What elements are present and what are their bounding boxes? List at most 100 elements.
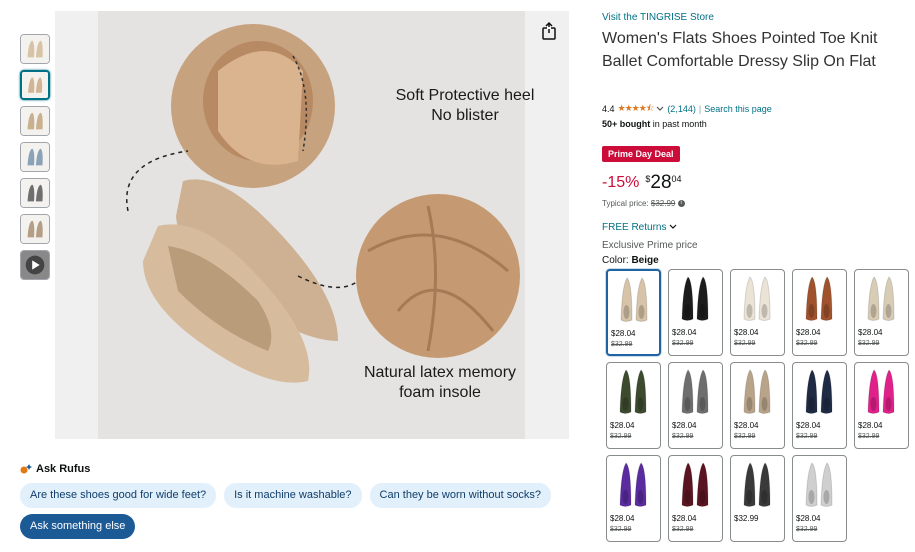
caption-heel-line1: Soft Protective heel [395, 87, 535, 104]
swatch-price: $28.04 [672, 514, 697, 523]
exclusive-prime-price: Exclusive Prime price [602, 240, 698, 251]
bought-bold: 50+ bought [602, 119, 651, 129]
typical-price-label: Typical price: [602, 199, 651, 208]
thumbnail-3[interactable] [20, 106, 50, 136]
swatch-shoe-image [805, 276, 833, 321]
swatch-price: $28.04 [858, 421, 883, 430]
info-icon[interactable]: i [677, 200, 685, 208]
store-link[interactable]: Visit the TINGRISE Store [602, 12, 714, 23]
main-product-image[interactable]: Soft Protective heel No blister Natural … [55, 11, 569, 439]
swatch-price: $28.04 [734, 421, 759, 430]
swatch-old-price: $32.99 [858, 340, 880, 347]
swatch-shoe-image [805, 369, 833, 414]
color-swatch[interactable]: $32.99 [730, 455, 785, 542]
thumbnail-6[interactable] [20, 214, 50, 244]
color-swatch[interactable]: $28.04 $32.99 [792, 269, 847, 356]
swatch-old-price: $32.99 [796, 526, 818, 533]
swatch-shoe-image [743, 369, 771, 414]
color-swatch[interactable]: $28.04 $32.99 [792, 455, 847, 542]
swatch-shoe-image [619, 462, 647, 507]
thumbnail-image [21, 215, 49, 243]
chevron-down-icon[interactable] [656, 106, 664, 112]
swatch-old-price: $32.99 [610, 433, 632, 440]
thumbnail-image [21, 143, 49, 171]
swatch-shoe-image [681, 369, 709, 414]
thumbnail-image [21, 107, 49, 135]
rufus-suggestions: Are these shoes good for wide feet? Is it… [20, 483, 551, 508]
color-swatch[interactable]: $28.04 $32.99 [668, 269, 723, 356]
chevron-down-icon [669, 224, 677, 229]
rating-value: 4.4 [602, 104, 615, 114]
swatch-shoe-image [743, 276, 771, 321]
typical-price: Typical price: $32.99 i [602, 199, 685, 208]
swatch-price: $28.04 [858, 328, 883, 337]
swatch-shoe-image [620, 277, 648, 322]
rufus-chip[interactable]: Are these shoes good for wide feet? [20, 483, 217, 508]
free-returns-label: FREE Returns [602, 222, 667, 233]
swatch-shoe-image [743, 462, 771, 507]
swatch-shoe-image [619, 369, 647, 414]
swatch-old-price: $32.99 [610, 526, 632, 533]
swatch-shoe-image [805, 462, 833, 507]
typical-price-value: $32.99 [650, 199, 676, 208]
caption-heel-line2: No blister [431, 107, 499, 124]
swatch-old-price: $32.99 [611, 341, 633, 348]
color-swatch[interactable]: $28.04 $32.99 [668, 455, 723, 542]
color-label: Color: [602, 255, 632, 266]
price-fraction: 04 [671, 174, 682, 184]
rufus-sparkle-icon [20, 464, 32, 474]
bought-count: 50+ bought in past month [602, 119, 707, 129]
swatch-old-price: $32.99 [796, 433, 818, 440]
color-swatch[interactable]: $28.04 $32.99 [854, 362, 909, 449]
color-swatch[interactable]: $28.04 $32.99 [606, 362, 661, 449]
bought-rest: in past month [650, 119, 707, 129]
share-button[interactable] [538, 20, 560, 42]
swatch-old-price: $32.99 [734, 340, 756, 347]
ask-something-else-button[interactable]: Ask something else [20, 514, 136, 539]
thumbnail-2[interactable] [20, 70, 50, 100]
product-title: Women's Flats Shoes Pointed Toe Knit Bal… [602, 30, 878, 70]
rufus-chip[interactable]: Is it machine washable? [224, 483, 362, 508]
color-swatch[interactable]: $28.04 $32.99 [668, 362, 723, 449]
swatch-shoe-image [867, 369, 895, 414]
color-swatch[interactable]: $28.04 $32.99 [606, 269, 661, 356]
swatch-price: $28.04 [796, 421, 821, 430]
swatch-old-price: $32.99 [672, 340, 694, 347]
review-count-link[interactable]: (2,144) [667, 104, 696, 114]
thumbnail-7[interactable] [20, 250, 50, 280]
swatch-shoe-image [681, 462, 709, 507]
thumbnail-5[interactable] [20, 178, 50, 208]
search-this-page-link[interactable]: Search this page [704, 104, 772, 114]
swatch-price: $28.04 [734, 328, 759, 337]
thumbnail-4[interactable] [20, 142, 50, 172]
thumbnail-image [22, 72, 48, 98]
swatch-price: $28.04 [610, 514, 635, 523]
swatch-old-price: $32.99 [734, 433, 756, 440]
discount-percent: -15% [602, 174, 640, 191]
swatch-price: $32.99 [734, 514, 759, 523]
swatch-price: $28.04 [796, 328, 821, 337]
color-swatch[interactable]: $28.04 $32.99 [606, 455, 661, 542]
free-returns-link[interactable]: FREE Returns [602, 222, 677, 233]
rufus-chip[interactable]: Can they be worn without socks? [369, 483, 551, 508]
color-swatch[interactable]: $28.04 $32.99 [730, 269, 785, 356]
thumbnail-image [21, 35, 49, 63]
color-swatch[interactable]: $28.04 $32.99 [792, 362, 847, 449]
thumbnail-1[interactable] [20, 34, 50, 64]
star-rating-icon[interactable]: ★★★★⯪ [618, 101, 655, 117]
price-row: -15% $ 28 04 [602, 172, 682, 194]
swatch-price: $28.04 [672, 328, 697, 337]
thumbnail-strip [20, 34, 50, 286]
separator: | [698, 104, 702, 114]
price-whole: 28 [650, 172, 672, 193]
color-swatch[interactable]: $28.04 $32.99 [730, 362, 785, 449]
color-swatch[interactable]: $28.04 $32.99 [854, 269, 909, 356]
rufus-header: Ask Rufus [20, 463, 90, 475]
color-selection-label: Color: Beige [602, 255, 659, 266]
swatch-old-price: $32.99 [672, 526, 694, 533]
share-icon [542, 21, 556, 40]
caption-insole: Natural latex memory foam insole [340, 363, 540, 403]
caption-insole-line2: foam insole [399, 384, 481, 401]
swatch-price: $28.04 [672, 421, 697, 430]
caption-heel: Soft Protective heel No blister [385, 86, 545, 126]
